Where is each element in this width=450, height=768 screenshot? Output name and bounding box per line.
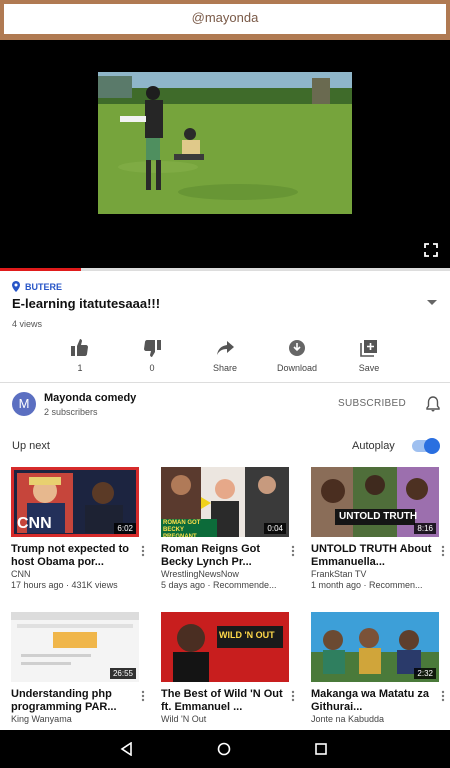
home-icon[interactable]	[217, 742, 231, 756]
share-label: Share	[212, 363, 238, 373]
video-title[interactable]: Trump not expected to host Obama por...	[11, 543, 139, 569]
channel-name[interactable]: Mayonda comedy	[44, 392, 136, 404]
video-player[interactable]	[0, 40, 450, 270]
thumbs-up-icon	[71, 339, 88, 356]
add-to-playlist-icon	[360, 340, 377, 357]
video-title[interactable]: Roman Reigns Got Becky Lynch Pr...	[161, 543, 289, 569]
more-options-icon[interactable]	[141, 690, 145, 702]
subscribe-button[interactable]: SUBSCRIBED	[338, 398, 406, 409]
up-next-label: Up next	[12, 440, 50, 452]
video-meta: 1 month ago · Recommen...	[311, 580, 423, 590]
thumbnail-logo-text: WILD 'N OUT	[219, 630, 275, 640]
save-label: Save	[358, 363, 380, 373]
autoplay-toggle[interactable]	[412, 438, 440, 454]
channel-name: FrankStan TV	[311, 569, 367, 579]
video-thumbnail[interactable]: 2:32	[311, 612, 439, 682]
video-duration: 6:02	[114, 523, 136, 534]
divider	[0, 382, 450, 383]
channel-name: Jonte na Kabudda	[311, 714, 385, 724]
video-frame[interactable]	[98, 72, 352, 214]
location-label: BUTERE	[25, 281, 63, 292]
recommendation-card[interactable]: WILD 'N OUT The Best of Wild 'N Out ft. …	[161, 612, 301, 725]
recommendation-card[interactable]: 2:32 Makanga wa Matatu za Githurai... Jo…	[311, 612, 450, 725]
video-duration: 8:16	[414, 523, 436, 534]
video-duration: 26:55	[109, 668, 136, 679]
fullscreen-icon[interactable]	[424, 243, 438, 257]
subscriber-count: 2 subscribers	[44, 407, 98, 417]
channel-name: CNN	[11, 569, 31, 579]
video-title[interactable]: Makanga wa Matatu za Githurai...	[311, 688, 439, 714]
video-duration: 0:04	[264, 523, 286, 534]
video-thumbnail[interactable]: ROMAN GOT BECKY PREGNANT 0:04	[161, 467, 289, 537]
video-thumbnail[interactable]: WILD 'N OUT	[161, 612, 289, 682]
progress-fill	[0, 268, 81, 271]
watermark: @mayonda	[4, 4, 446, 34]
location-tag[interactable]: BUTERE	[12, 281, 62, 292]
thumbnail-logo-text: UNTOLD TRUTH	[339, 511, 418, 522]
recommendation-card[interactable]: 26:55 Understanding php programming PAR.…	[11, 612, 151, 725]
video-title[interactable]: Understanding php programming PAR...	[11, 688, 139, 714]
location-pin-icon	[12, 281, 20, 292]
video-thumbnail[interactable]: CNN 6:02	[11, 467, 139, 537]
thumbnail-image	[161, 612, 289, 682]
more-options-icon[interactable]	[291, 690, 295, 702]
channel-name: King Wanyama	[11, 714, 72, 724]
video-meta: 5 days ago · Recommende...	[161, 580, 277, 590]
thumbnail-logo-text: CNN	[17, 515, 52, 532]
dislike-button[interactable]: 0	[117, 339, 187, 373]
video-meta: 17 hours ago · 431K views	[11, 580, 118, 590]
system-navigation-bar	[0, 730, 450, 768]
video-thumbnail[interactable]: UNTOLD TRUTH 8:16	[311, 467, 439, 537]
view-count: 4 views	[12, 319, 43, 329]
recommendation-card[interactable]: CNN 6:02 Trump not expected to host Obam…	[11, 467, 151, 591]
channel-name: WrestlingNewsNow	[161, 569, 239, 579]
thumbnail-logo-text: ROMAN GOT BECKY PREGNANT	[163, 520, 201, 537]
top-frame: @mayonda	[0, 0, 450, 40]
video-scene-image	[98, 72, 352, 214]
download-label: Download	[276, 363, 318, 373]
recent-apps-icon[interactable]	[314, 742, 328, 756]
video-title[interactable]: The Best of Wild 'N Out ft. Emmanuel ...	[161, 688, 289, 714]
save-button[interactable]: Save	[334, 339, 404, 373]
recommendation-card[interactable]: ROMAN GOT BECKY PREGNANT 0:04 Roman Reig…	[161, 467, 301, 591]
autoplay-label: Autoplay	[352, 440, 395, 452]
recommendation-card[interactable]: UNTOLD TRUTH 8:16 UNTOLD TRUTH About Emm…	[311, 467, 450, 591]
video-duration: 2:32	[414, 668, 436, 679]
channel-name: Wild 'N Out	[161, 714, 207, 724]
video-thumbnail[interactable]: 26:55	[11, 612, 139, 682]
more-options-icon[interactable]	[441, 690, 445, 702]
more-options-icon[interactable]	[141, 545, 145, 557]
more-options-icon[interactable]	[291, 545, 295, 557]
back-icon[interactable]	[120, 742, 134, 756]
progress-bar[interactable]	[0, 268, 450, 271]
share-icon	[217, 341, 234, 355]
notification-bell-icon[interactable]	[426, 396, 440, 412]
download-icon	[289, 340, 305, 356]
action-bar: 1 0 Share Download Save	[0, 339, 450, 379]
video-title: E-learning itatutesaaa!!!	[12, 296, 161, 311]
dislike-count: 0	[149, 363, 155, 373]
share-button[interactable]: Share	[190, 339, 260, 373]
thumbs-down-icon	[144, 340, 161, 357]
more-options-icon[interactable]	[441, 545, 445, 557]
channel-avatar[interactable]: M	[12, 392, 36, 416]
like-count: 1	[77, 363, 83, 373]
video-title[interactable]: UNTOLD TRUTH About Emmanuella...	[311, 543, 439, 569]
expand-description-icon[interactable]	[426, 298, 438, 308]
toggle-knob	[424, 438, 440, 454]
download-button[interactable]: Download	[262, 339, 332, 373]
like-button[interactable]: 1	[45, 339, 115, 373]
